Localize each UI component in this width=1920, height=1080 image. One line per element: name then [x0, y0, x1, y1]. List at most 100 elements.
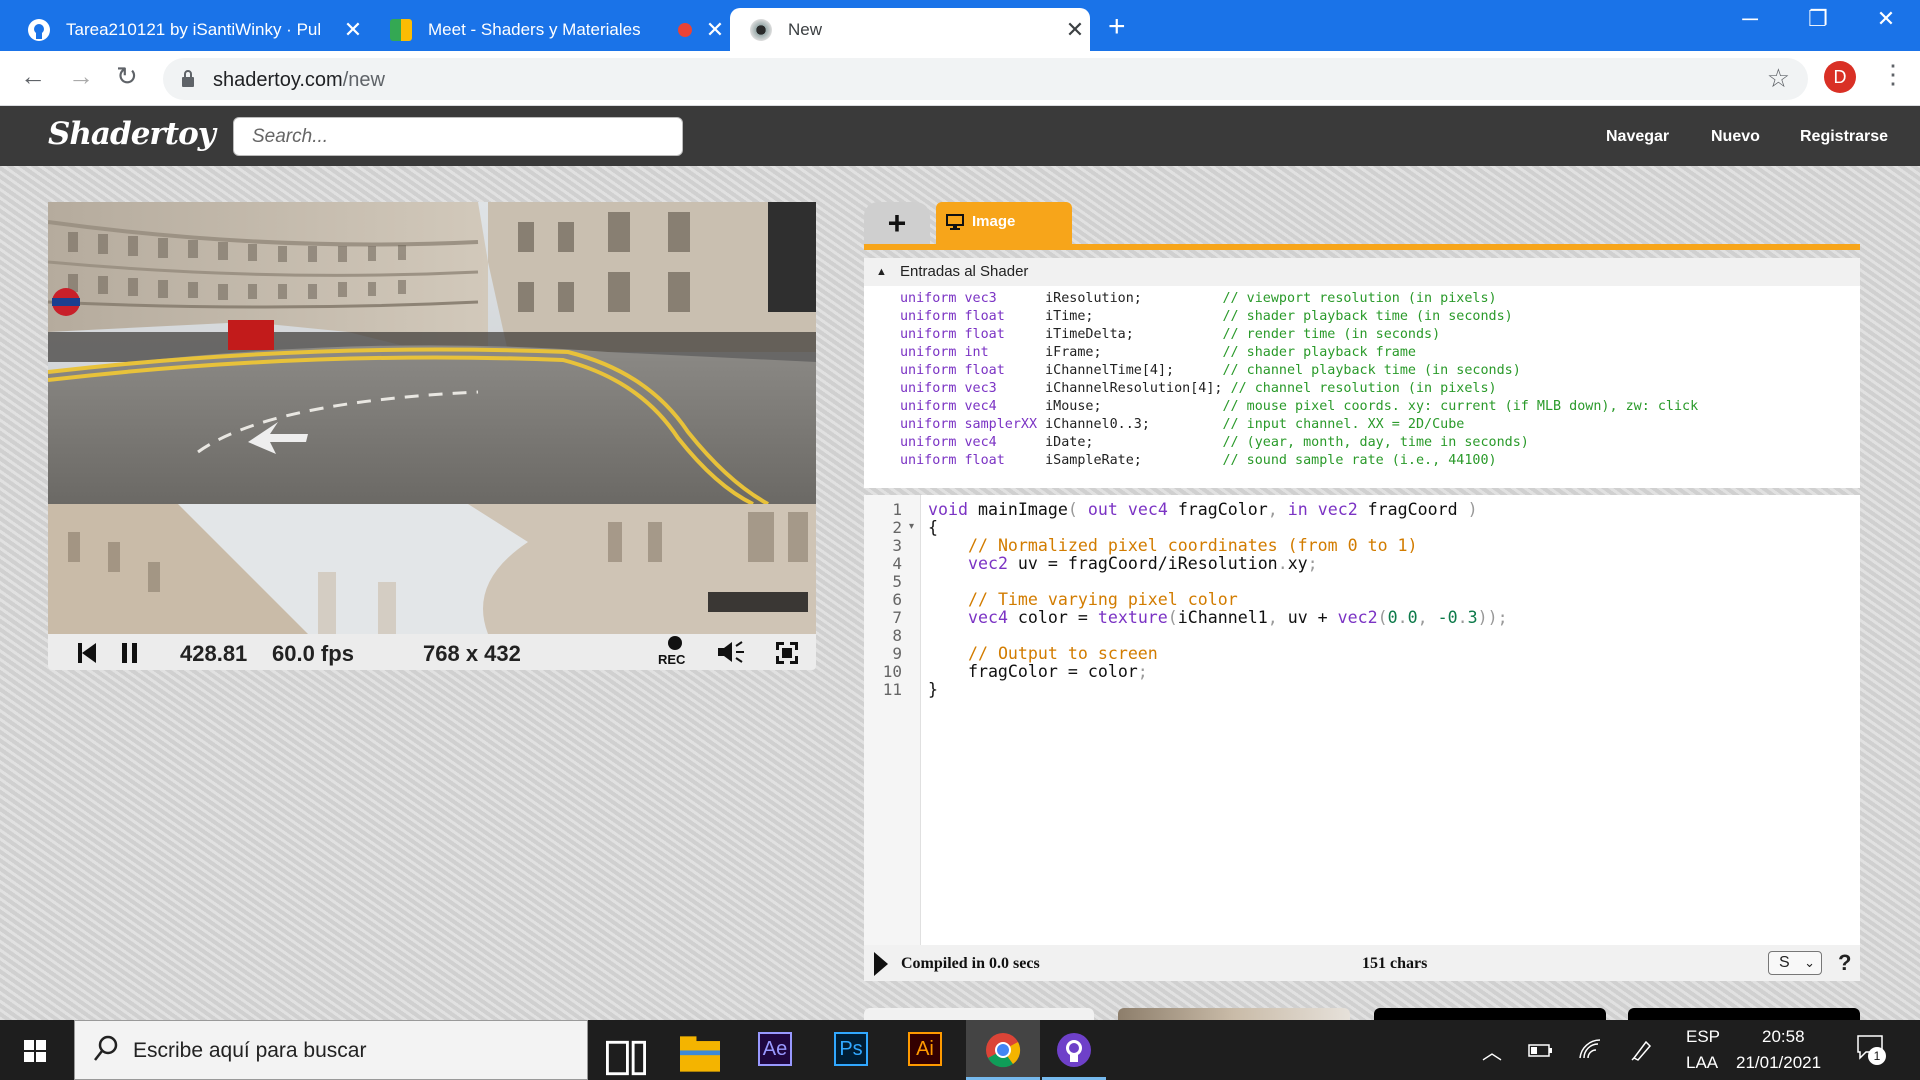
close-tab-icon[interactable]: ✕ — [338, 17, 368, 43]
uniform-name: iChannelTime[4]; — [1045, 363, 1223, 378]
new-tab-button[interactable]: + — [1108, 10, 1126, 44]
language-indicator-bottom[interactable]: LAA — [1686, 1053, 1718, 1073]
uniform-comment: // shader playback time (in seconds) — [1222, 309, 1513, 324]
line-number: 9 — [892, 644, 902, 663]
photoshop-icon[interactable]: Ps — [834, 1032, 868, 1066]
shader-inputs-title: Entradas al Shader — [900, 263, 1029, 280]
reload-icon[interactable]: ↻ — [116, 61, 138, 92]
restore-icon[interactable]: ❐ — [1788, 6, 1848, 32]
uniform-row: uniform float iSampleRate; // sound samp… — [900, 452, 1698, 470]
record-button[interactable]: REC — [658, 636, 692, 670]
shader-preview-canvas[interactable] — [48, 202, 816, 634]
battery-icon[interactable] — [1528, 1042, 1554, 1058]
clock-date[interactable]: 21/01/2021 — [1736, 1053, 1821, 1073]
line-number: 3 — [892, 536, 902, 555]
code-line: void mainImage( out vec4 fragColor, in v… — [928, 500, 1478, 519]
windows-start-icon[interactable] — [24, 1040, 46, 1062]
uniform-keyword: uniform — [900, 309, 965, 324]
omnibox[interactable]: shadertoy.com/new ☆ — [163, 58, 1808, 100]
uniform-type: float — [964, 327, 1046, 342]
profile-avatar[interactable]: D — [1824, 61, 1856, 93]
close-window-icon[interactable]: ✕ — [1856, 6, 1916, 32]
search-input[interactable]: Search... — [233, 117, 683, 156]
google-meet-icon — [390, 18, 412, 41]
resolution-readout: 768 x 432 — [423, 641, 521, 666]
line-number: 10 — [882, 662, 902, 681]
nav-registrarse[interactable]: Registrarse — [1800, 128, 1888, 146]
browser-menu-icon[interactable]: ⋮ — [1880, 59, 1906, 90]
show-hidden-icons-icon[interactable]: ︿ — [1482, 1036, 1502, 1065]
channel-thumb-0[interactable] — [864, 1008, 1094, 1020]
uniform-type: float — [964, 363, 1046, 378]
help-button[interactable]: ? — [1838, 950, 1851, 976]
editor-status-bar: Compiled in 0.0 secs 151 chars S ⌄ ? — [864, 945, 1860, 981]
compile-play-icon[interactable] — [874, 952, 888, 976]
taskbar-search-box[interactable]: Escribe aquí para buscar — [74, 1020, 588, 1080]
uniform-keyword: uniform — [900, 291, 965, 306]
forward-icon[interactable]: → — [68, 61, 94, 92]
code-editor[interactable]: 1 2 3 4 5 6 7 8 9 10 11 void mainImage( out vec4 f… — [864, 495, 1860, 945]
browser-tab-meet[interactable]: Meet - Shaders y Materiales ✕ — [370, 8, 730, 51]
shadertoy-logo[interactable]: Shadertoy — [48, 116, 216, 152]
browser-tab-github[interactable]: Tarea210121 by iSantiWinky · Pul ✕ — [8, 8, 368, 51]
channel-thumb-2[interactable] — [1374, 1008, 1606, 1020]
line-number-gutter: 1 2 3 4 5 6 7 8 9 10 11 — [864, 495, 921, 945]
add-buffer-tab[interactable]: + — [864, 202, 930, 244]
line-number: 1 — [892, 500, 902, 519]
channel-thumb-3[interactable] — [1628, 1008, 1860, 1020]
wifi-icon[interactable] — [1578, 1038, 1602, 1060]
browser-tab-new[interactable]: New ✕ — [730, 8, 1090, 51]
uniform-comment: // channel playback time (in seconds) — [1222, 363, 1521, 378]
github-desktop-taskbar-item[interactable] — [1042, 1020, 1106, 1080]
pause-icon[interactable] — [122, 643, 138, 663]
line-number: 5 — [892, 572, 902, 591]
language-indicator-top[interactable]: ESP — [1686, 1027, 1720, 1047]
uniform-keyword: uniform — [900, 435, 965, 450]
rewind-icon[interactable] — [78, 643, 96, 663]
active-tab-underline — [864, 244, 1860, 250]
uniform-row: uniform vec3 iChannelResolution[4]; // c… — [900, 380, 1698, 398]
code-line: fragColor = color; — [928, 662, 1148, 681]
pen-icon[interactable] — [1630, 1038, 1654, 1062]
close-tab-icon[interactable]: ✕ — [1060, 17, 1090, 43]
channel-thumb-1[interactable] — [1118, 1008, 1350, 1020]
illustrator-icon[interactable]: Ai — [908, 1032, 942, 1066]
code-area[interactable]: void mainImage( out vec4 fragColor, in v… — [928, 501, 1508, 699]
bookmark-star-icon[interactable]: ☆ — [1767, 63, 1790, 94]
uniform-row: uniform float iTimeDelta; // render time… — [900, 326, 1698, 344]
code-line: // Normalized pixel coordinates (from 0 … — [967, 536, 1418, 555]
code-line: vec2 uv = fragCoord/iResolution.xy; — [967, 554, 1318, 573]
font-size-select[interactable]: S ⌄ — [1768, 951, 1822, 975]
nav-nuevo[interactable]: Nuevo — [1711, 128, 1760, 146]
file-explorer-icon[interactable] — [680, 1034, 720, 1074]
uniform-name: iTimeDelta; — [1045, 327, 1223, 342]
tab-title: Meet - Shaders y Materiales — [428, 19, 641, 39]
font-size-select-value: S — [1779, 954, 1790, 971]
close-tab-icon[interactable]: ✕ — [700, 17, 730, 43]
back-icon[interactable]: ← — [20, 61, 46, 92]
clock-time[interactable]: 20:58 — [1762, 1027, 1805, 1047]
collapse-triangle-icon[interactable]: ▲ — [876, 258, 887, 286]
uniform-keyword: uniform — [900, 453, 965, 468]
shader-inputs-header[interactable]: ▲ Entradas al Shader — [864, 258, 1860, 286]
minimize-icon[interactable]: ─ — [1720, 6, 1780, 32]
nav-navegar[interactable]: Navegar — [1606, 128, 1669, 146]
uniform-name: iChannelResolution[4]; — [1045, 381, 1231, 396]
shadertoy-icon — [750, 18, 772, 41]
uniform-name: iDate; — [1045, 435, 1223, 450]
chrome-taskbar-item[interactable] — [966, 1020, 1040, 1080]
code-line: } — [928, 680, 938, 699]
fold-arrow-icon[interactable]: ▾ — [909, 521, 914, 532]
line-number: 8 — [892, 626, 902, 645]
tab-title: New — [788, 19, 823, 39]
time-readout: 428.81 — [180, 641, 248, 666]
tab-image[interactable]: Image — [936, 202, 1072, 244]
fullscreen-icon[interactable] — [776, 642, 798, 664]
record-label: REC — [658, 652, 686, 667]
volume-icon[interactable] — [716, 640, 746, 664]
task-view-icon[interactable] — [606, 1038, 646, 1078]
notifications-button[interactable]: 1 — [1856, 1034, 1888, 1066]
after-effects-icon[interactable]: Ae — [758, 1032, 792, 1066]
uniform-row: uniform int iFrame; // shader playback f… — [900, 344, 1698, 362]
